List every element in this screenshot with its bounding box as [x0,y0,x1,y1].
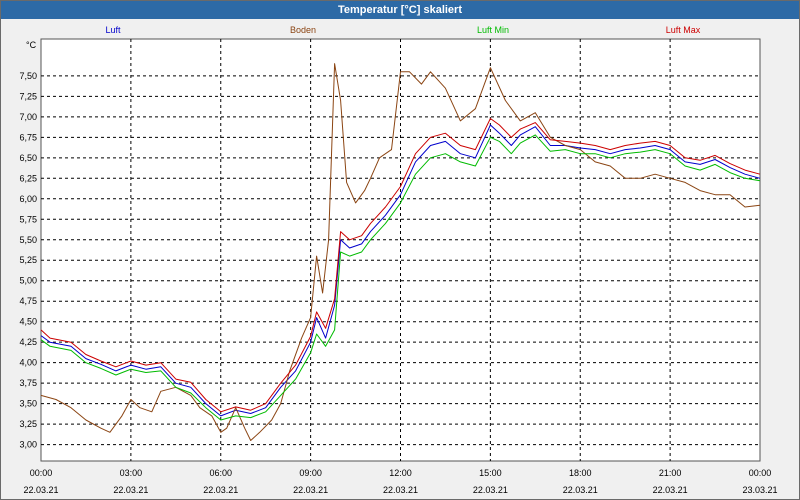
x-tick-date: 22.03.21 [563,485,598,495]
x-tick-time: 06:00 [209,468,232,478]
y-tick-label: 6,00 [19,194,37,204]
y-tick-label: 3,50 [19,399,37,409]
y-tick-label: 4,50 [19,317,37,327]
x-tick-date: 22.03.21 [653,485,688,495]
x-tick-time: 03:00 [120,468,143,478]
x-tick-time: 00:00 [749,468,772,478]
x-tick-date: 22.03.21 [113,485,148,495]
x-tick-date: 22.03.21 [473,485,508,495]
y-tick-label: 5,25 [19,255,37,265]
x-tick-time: 21:00 [659,468,682,478]
y-tick-label: 3,25 [19,419,37,429]
legend-item-luft-max: Luft Max [666,25,701,35]
x-tick-time: 15:00 [479,468,502,478]
x-axis-ticks: 00:00 22.03.21 03:00 22.03.21 06:00 22.03.21 0… [23,468,777,495]
y-tick-label: 4,00 [19,358,37,368]
x-tick-date: 22.03.21 [383,485,418,495]
y-tick-label: 5,00 [19,276,37,286]
y-axis-ticks: 3,00 3,25 3,50 3,75 4,00 4,25 4,50 4,75 5,00 5,25… [19,71,37,450]
y-tick-label: 7,00 [19,112,37,122]
x-tick-date: 22.03.21 [23,485,58,495]
y-tick-label: 7,25 [19,91,37,101]
y-tick-label: 4,25 [19,337,37,347]
legend-item-luft-min: Luft Min [477,25,509,35]
legend-item-boden: Boden [290,25,316,35]
x-tick-time: 00:00 [30,468,53,478]
legend-item-luft: Luft [105,25,121,35]
legend: Luft Boden Luft Min Luft Max [105,25,700,35]
y-tick-label: 3,00 [19,440,37,450]
x-tick-date: 22.03.21 [293,485,328,495]
y-tick-label: 4,75 [19,296,37,306]
x-tick-time: 09:00 [299,468,322,478]
y-axis-unit-label: °C [26,40,37,50]
y-tick-label: 5,50 [19,235,37,245]
y-tick-label: 7,50 [19,71,37,81]
temperature-chart: 3,00 3,25 3,50 3,75 4,00 4,25 4,50 4,75 5,00 5,25… [19,25,777,495]
y-tick-label: 3,75 [19,378,37,388]
y-tick-label: 6,25 [19,173,37,183]
x-tick-date: 22.03.21 [203,485,238,495]
y-tick-label: 5,75 [19,214,37,224]
x-tick-time: 12:00 [389,468,412,478]
y-tick-label: 6,50 [19,153,37,163]
y-tick-label: 6,75 [19,132,37,142]
x-tick-time: 18:00 [569,468,592,478]
x-tick-date: 23.03.21 [742,485,777,495]
